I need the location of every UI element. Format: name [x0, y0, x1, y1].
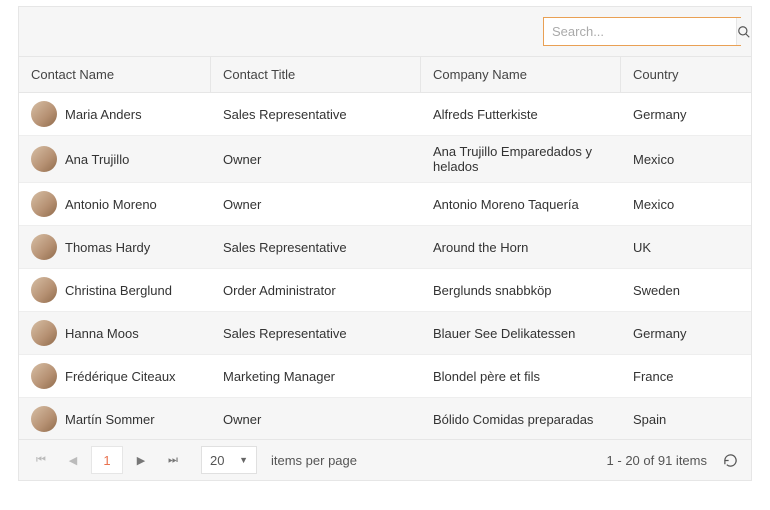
cell-contact-name: Martín Sommer: [19, 398, 211, 439]
pager-current-page[interactable]: 1: [91, 446, 123, 474]
cell-company-name: Blondel père et fils: [421, 361, 621, 392]
cell-company-name: Ana Trujillo Emparedados y helados: [421, 136, 621, 182]
column-header-company-name[interactable]: Company Name: [421, 57, 621, 92]
cell-country: Germany: [621, 318, 751, 349]
search-input[interactable]: [544, 18, 736, 45]
cell-company-name: Around the Horn: [421, 232, 621, 263]
cell-country: Mexico: [621, 189, 751, 220]
contact-name-text: Thomas Hardy: [65, 240, 150, 255]
column-header-country[interactable]: Country: [621, 57, 751, 92]
cell-company-name: Antonio Moreno Taquería: [421, 189, 621, 220]
avatar: [31, 406, 57, 432]
items-per-page-label: items per page: [271, 453, 357, 468]
table-row[interactable]: Frédérique Citeaux Marketing ManagerBlond…: [19, 355, 751, 398]
refresh-icon: [723, 453, 738, 468]
cell-company-name: Berglunds snabbköp: [421, 275, 621, 306]
page-size-value: 20: [210, 453, 224, 468]
table-row[interactable]: Maria Anders Sales RepresentativeAlfreds …: [19, 93, 751, 136]
contact-name-text: Christina Berglund: [65, 283, 172, 298]
pager-prev-button[interactable]: ◀: [59, 446, 87, 474]
cell-contact-title: Owner: [211, 404, 421, 435]
data-grid: Contact Name Contact Title Company Name …: [18, 6, 752, 481]
cell-country: Mexico: [621, 144, 751, 175]
cell-contact-name: Thomas Hardy: [19, 226, 211, 268]
cell-contact-title: Sales Representative: [211, 318, 421, 349]
table-row[interactable]: Ana Trujillo OwnerAna Trujillo Emparedado…: [19, 136, 751, 183]
cell-country: Spain: [621, 404, 751, 435]
search-button[interactable]: [736, 18, 751, 45]
contact-name-text: Maria Anders: [65, 107, 142, 122]
cell-contact-title: Owner: [211, 144, 421, 175]
cell-contact-name: Antonio Moreno: [19, 183, 211, 225]
cell-contact-title: Sales Representative: [211, 232, 421, 263]
column-header-contact-name[interactable]: Contact Name: [19, 57, 211, 92]
contact-name-text: Ana Trujillo: [65, 152, 129, 167]
pager-next-button[interactable]: ▶: [127, 446, 155, 474]
pager-first-button[interactable]: ⏮: [27, 446, 55, 474]
search-icon: [737, 25, 751, 39]
cell-company-name: Bólido Comidas preparadas: [421, 404, 621, 435]
pager-controls: ⏮ ◀ 1 ▶ ⏭ 20 ▼ items per page: [27, 446, 357, 474]
avatar: [31, 234, 57, 260]
avatar: [31, 191, 57, 217]
avatar: [31, 101, 57, 127]
cell-contact-title: Owner: [211, 189, 421, 220]
cell-contact-name: Christina Berglund: [19, 269, 211, 311]
column-header-contact-title[interactable]: Contact Title: [211, 57, 421, 92]
contact-name-text: Martín Sommer: [65, 412, 155, 427]
avatar: [31, 320, 57, 346]
table-row[interactable]: Christina Berglund Order AdministratorBer…: [19, 269, 751, 312]
search-box: [543, 17, 741, 46]
chevron-left-icon: ◀: [69, 454, 77, 467]
table-row[interactable]: Hanna Moos Sales RepresentativeBlauer See…: [19, 312, 751, 355]
contact-name-text: Frédérique Citeaux: [65, 369, 176, 384]
grid-toolbar: [19, 7, 751, 57]
chevron-right-icon: ▶: [137, 454, 145, 467]
avatar: [31, 146, 57, 172]
cell-country: Germany: [621, 99, 751, 130]
cell-contact-name: Hanna Moos: [19, 312, 211, 354]
cell-company-name: Blauer See Delikatessen: [421, 318, 621, 349]
contact-name-text: Hanna Moos: [65, 326, 139, 341]
cell-contact-name: Maria Anders: [19, 93, 211, 135]
cell-country: France: [621, 361, 751, 392]
go-first-icon: ⏮: [36, 454, 46, 467]
caret-down-icon: ▼: [239, 455, 248, 465]
avatar: [31, 363, 57, 389]
cell-company-name: Alfreds Futterkiste: [421, 99, 621, 130]
contact-name-text: Antonio Moreno: [65, 197, 157, 212]
pager: ⏮ ◀ 1 ▶ ⏭ 20 ▼ items per page 1 - 20 of …: [19, 439, 751, 480]
cell-contact-name: Ana Trujillo: [19, 138, 211, 180]
table-row[interactable]: Martín Sommer OwnerBólido Comidas prepara…: [19, 398, 751, 439]
table-row[interactable]: Antonio Moreno OwnerAntonio Moreno Taquer…: [19, 183, 751, 226]
cell-country: Sweden: [621, 275, 751, 306]
cell-country: UK: [621, 232, 751, 263]
avatar: [31, 277, 57, 303]
grid-body: Maria AndersSales RepresentativeAlfreds …: [19, 93, 751, 439]
table-row[interactable]: Thomas Hardy Sales RepresentativeAround t…: [19, 226, 751, 269]
go-last-icon: ⏭: [168, 454, 178, 467]
pager-info: 1 - 20 of 91 items: [607, 453, 707, 468]
page-size-select[interactable]: 20 ▼: [201, 446, 257, 474]
refresh-button[interactable]: [717, 447, 743, 473]
cell-contact-title: Sales Representative: [211, 99, 421, 130]
cell-contact-title: Order Administrator: [211, 275, 421, 306]
cell-contact-name: Frédérique Citeaux: [19, 355, 211, 397]
cell-contact-title: Marketing Manager: [211, 361, 421, 392]
pager-last-button[interactable]: ⏭: [159, 446, 187, 474]
column-header-row: Contact Name Contact Title Company Name …: [19, 57, 751, 93]
